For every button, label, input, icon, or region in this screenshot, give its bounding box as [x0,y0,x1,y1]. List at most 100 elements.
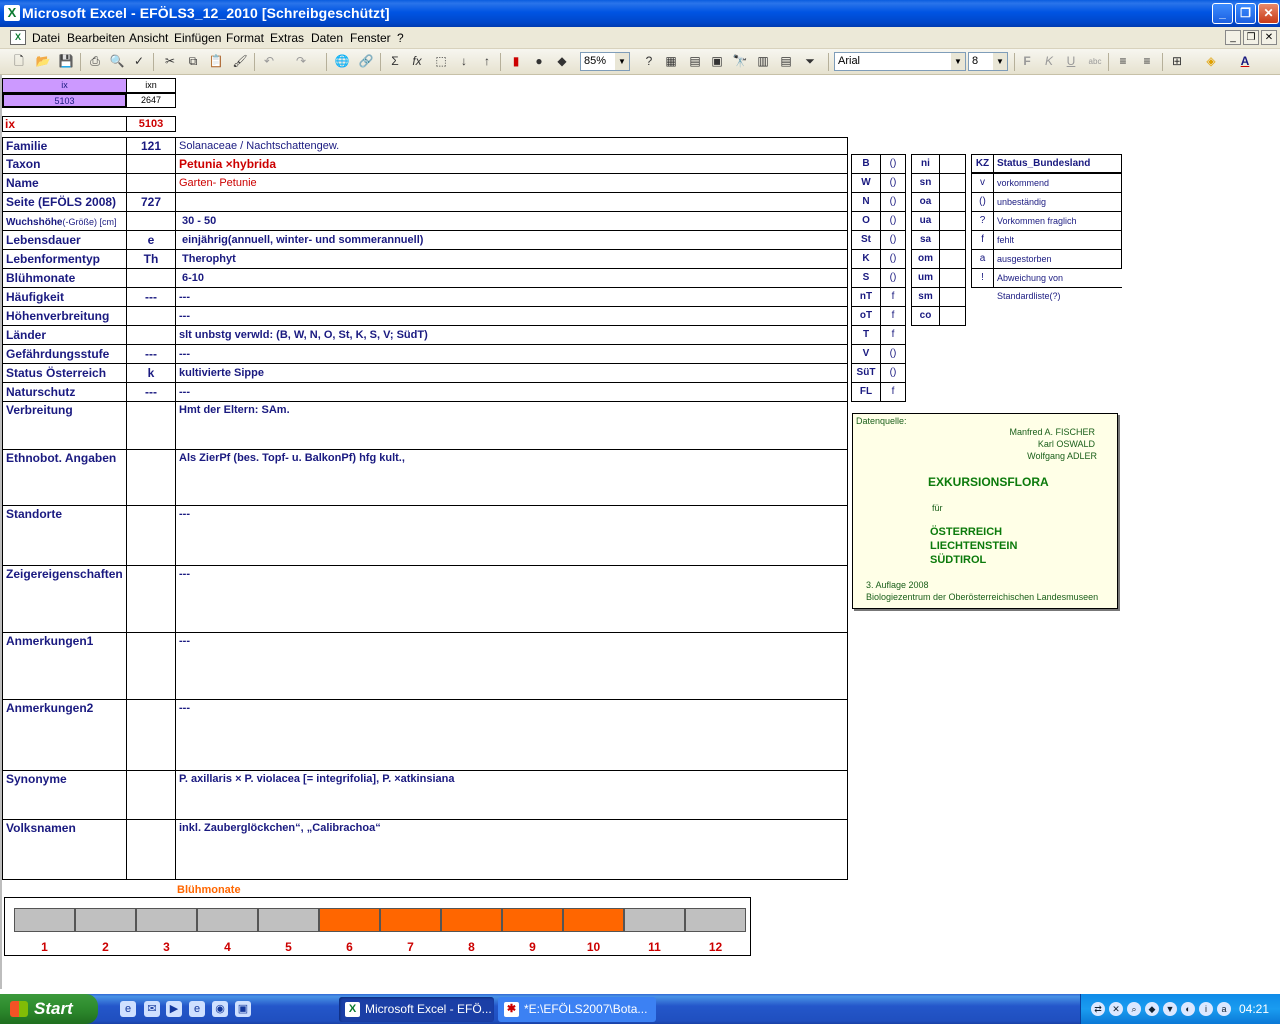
close-button[interactable]: ✕ [1258,3,1279,24]
altitude-status[interactable] [939,287,966,307]
open-icon[interactable]: 📂 [34,53,52,70]
paste-icon[interactable]: 📋 [207,53,225,70]
cut-icon[interactable]: ✂ [161,53,179,70]
field-value[interactable]: --- [175,382,848,402]
legend-label[interactable]: ausgestorben [993,249,1122,269]
state-abbr[interactable]: O [851,211,881,231]
list-icon[interactable]: ▤ [777,53,795,70]
ixn-header[interactable]: ixn [126,78,176,93]
field-label[interactable]: Standorte [2,505,127,566]
month-bar[interactable] [380,908,441,932]
print-icon[interactable]: ⎙ [86,53,104,70]
field-value[interactable]: --- [175,632,848,700]
new-icon[interactable]: 🗋 [10,53,28,70]
help-icon[interactable]: ? [640,53,658,70]
state-status[interactable]: () [880,154,906,174]
state-status[interactable]: () [880,249,906,269]
calc-icon[interactable]: ▤ [686,53,704,70]
state-status[interactable]: () [880,211,906,231]
undo-icon[interactable]: ↶ [260,53,278,70]
field-code[interactable] [126,699,176,771]
find-icon[interactable]: 🔭 [731,53,749,70]
start-button[interactable]: Start [0,994,98,1024]
print-preview-icon[interactable]: 🔍 [108,53,126,70]
menu-extras[interactable]: Extras [270,31,304,45]
field-label[interactable]: Familie [2,137,127,155]
field-value[interactable]: slt unbstg verwld: (B, W, N, O, St, K, S… [175,325,848,345]
task-excel[interactable]: X Microsoft Excel - EFÖ... [339,997,494,1022]
ie-quicklaunch-icon[interactable]: e [120,1001,136,1017]
menu-einfuegen[interactable]: Einfügen [174,31,221,45]
legend-label[interactable]: Vorkommen fraglich [993,211,1122,231]
zoom-select[interactable]: 85% ▼ [580,52,630,71]
field-code[interactable]: k [126,363,176,383]
legend-label[interactable]: Abweichung von Standardliste(?) [993,268,1122,301]
field-label[interactable]: Blühmonate [2,268,127,288]
state-status[interactable]: f [880,287,906,307]
altitude-status[interactable] [939,173,966,193]
doc-restore-button[interactable]: ❐ [1243,30,1259,45]
field-code[interactable] [126,268,176,288]
field-code[interactable]: --- [126,382,176,402]
outlook-quicklaunch-icon[interactable]: ✉ [144,1001,160,1017]
fill-color-icon[interactable]: ◈ [1202,53,1220,70]
legend-label[interactable]: vorkommend [993,173,1122,193]
field-code[interactable] [126,819,176,880]
field-label[interactable]: Ethnobot. Angaben [2,449,127,506]
month-bar[interactable] [14,908,75,932]
field-code[interactable] [126,449,176,506]
field-value[interactable]: --- [175,505,848,566]
field-value[interactable] [175,192,848,212]
ix-header[interactable]: ix [2,78,127,93]
doc-close-button[interactable]: ✕ [1261,30,1277,45]
altitude-abbr[interactable]: um [911,268,940,288]
task-editor[interactable]: ✱ *E:\EFÖLS2007\Bota... [498,997,656,1022]
field-value[interactable]: --- [175,565,848,633]
strikethrough-icon[interactable]: abc [1086,53,1104,70]
legend-label-header[interactable]: Status_Bundesland [993,154,1122,173]
month-bar[interactable] [75,908,136,932]
state-abbr[interactable]: K [851,249,881,269]
autosum-icon[interactable]: Σ [386,53,404,70]
state-status[interactable]: f [880,325,906,345]
field-code[interactable] [126,211,176,231]
media-quicklaunch-icon[interactable]: ▶ [166,1001,182,1017]
menu-ansicht[interactable]: Ansicht [129,31,168,45]
sort-asc-icon[interactable]: ↓ [455,53,473,70]
altitude-status[interactable] [939,306,966,326]
menu-help[interactable]: ? [397,31,404,45]
map-icon[interactable]: ● [530,53,548,70]
field-label[interactable]: Wuchshöhe(-Größe) [cm] [2,211,127,231]
grid-icon[interactable]: ▦ [662,53,680,70]
minimize-button[interactable]: _ [1212,3,1233,24]
field-value[interactable]: 30 - 50 [175,211,848,231]
borders-icon[interactable]: ⊞ [1168,53,1186,70]
state-abbr[interactable]: St [851,230,881,250]
legend-kz[interactable]: ! [971,268,994,288]
state-status[interactable]: () [880,344,906,364]
font-select[interactable]: Arial ▼ [834,52,966,71]
field-code[interactable]: --- [126,287,176,307]
restore-button[interactable]: ❐ [1235,3,1256,24]
field-value[interactable]: --- [175,699,848,771]
field-code[interactable]: --- [126,344,176,364]
save-icon[interactable]: 💾 [57,53,75,70]
ix-value-red[interactable]: 5103 [126,116,176,132]
field-value[interactable]: Solanaceae / Nachtschattengew. [175,137,848,155]
legend-kz[interactable]: a [971,249,994,269]
wizard-icon[interactable]: ⬚ [432,53,450,70]
altitude-abbr[interactable]: ua [911,211,940,231]
altitude-abbr[interactable]: om [911,249,940,269]
form-icon[interactable]: ▣ [708,53,726,70]
month-bar[interactable] [685,908,746,932]
field-code[interactable] [126,154,176,174]
info-icon[interactable]: i [1199,1002,1213,1016]
underline-button[interactable]: U [1062,53,1080,70]
menu-fenster[interactable]: Fenster [350,31,391,45]
month-bar[interactable] [563,908,624,932]
format-painter-icon[interactable]: 🖌 [231,53,249,70]
altitude-status[interactable] [939,211,966,231]
redo-icon[interactable]: ↷ [292,53,310,70]
update-icon[interactable]: ◐ [1181,1002,1195,1016]
web-icon[interactable]: 🔗 [357,53,375,70]
